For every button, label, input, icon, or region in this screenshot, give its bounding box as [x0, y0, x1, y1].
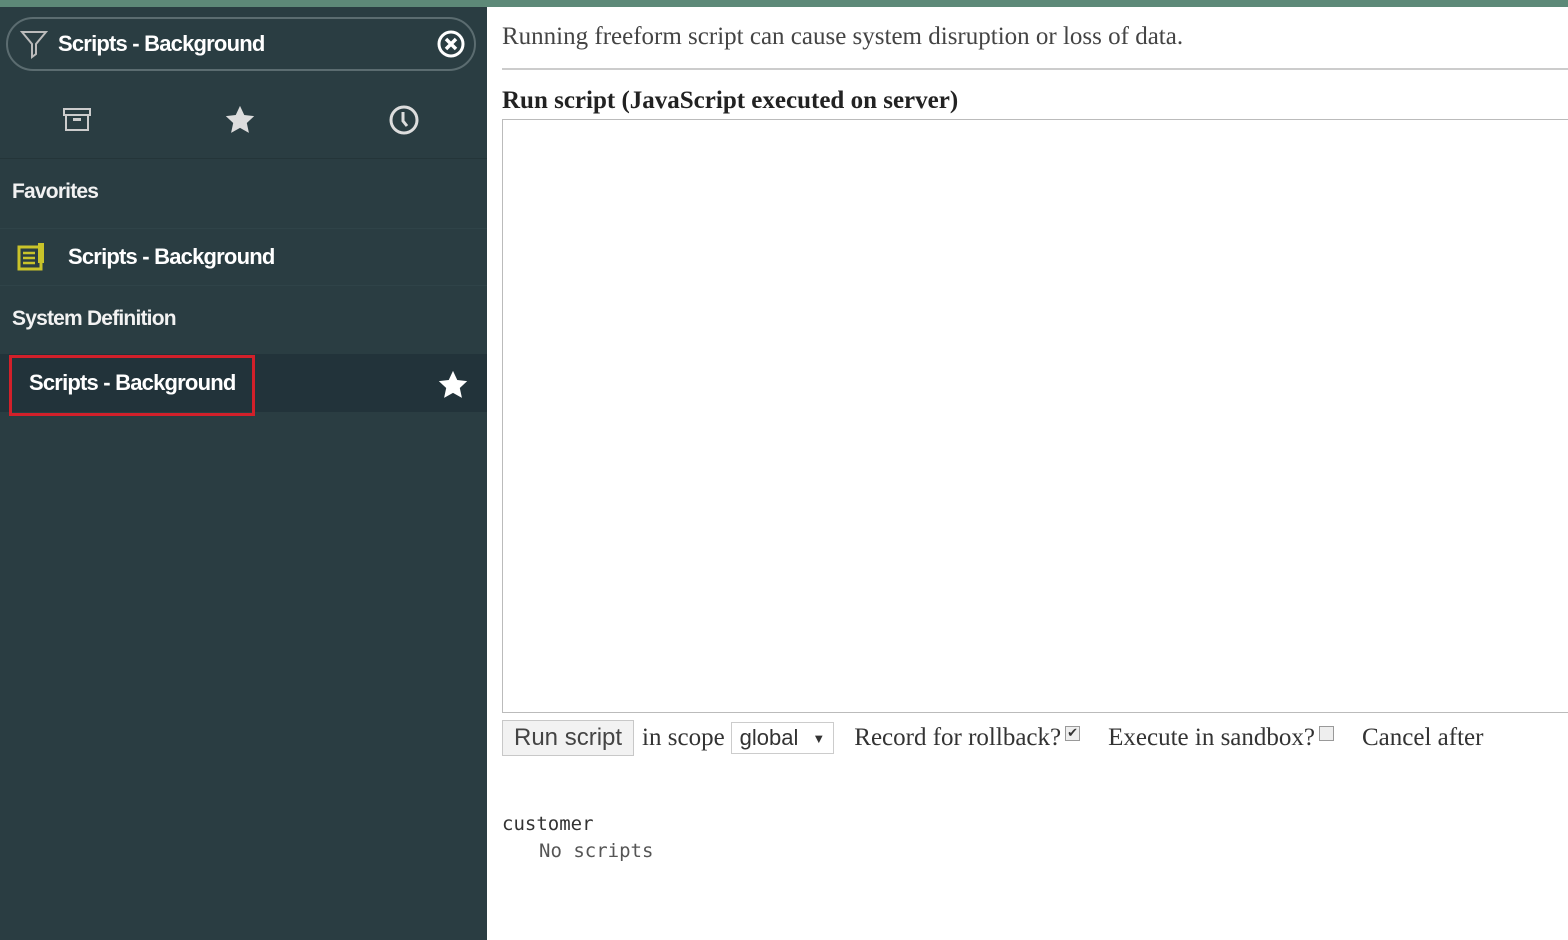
output-scope: customer [502, 813, 594, 835]
clear-filter-icon[interactable] [436, 29, 466, 59]
archive-icon[interactable] [60, 103, 94, 137]
main-content: Running freeform script can cause system… [502, 7, 1568, 940]
scope-label: in scope [642, 724, 725, 751]
star-icon[interactable] [223, 103, 257, 137]
rollback-label: Record for rollback? [854, 724, 1062, 751]
output-text: No scripts [539, 840, 654, 862]
navigator-sidebar: Favorites Scripts - Background System De… [0, 7, 487, 940]
clock-icon[interactable] [387, 103, 421, 137]
top-accent-bar [0, 0, 1568, 7]
scope-value: global [739, 725, 799, 750]
rollback-checkbox[interactable]: ✔ [1065, 725, 1081, 741]
highlight-box [9, 355, 255, 416]
filter-input[interactable] [58, 31, 428, 57]
favorite-item-scripts-background[interactable]: Scripts - Background [0, 228, 487, 286]
navigator-tabs [0, 79, 487, 159]
cancel-after-label: Cancel after [1362, 724, 1484, 751]
scope-select[interactable]: global ▼ [730, 722, 835, 754]
script-input[interactable] [502, 119, 1568, 713]
chevron-down-icon: ▼ [812, 730, 826, 746]
section-system-definition: System Definition [12, 307, 177, 330]
divider [502, 68, 1568, 70]
script-controls: Run script in scope global ▼ Record for r… [502, 720, 1483, 756]
favorite-star-icon[interactable] [436, 368, 470, 402]
sandbox-checkbox[interactable] [1319, 725, 1334, 741]
warning-text: Running freeform script can cause system… [502, 23, 1184, 50]
section-favorites: Favorites [12, 180, 99, 203]
item-label: Scripts - Background [68, 244, 275, 269]
sandbox-label: Execute in sandbox? [1108, 724, 1315, 751]
run-script-button[interactable]: Run script [502, 720, 635, 756]
script-document-icon [17, 243, 44, 271]
filter-icon [20, 31, 48, 59]
script-heading: Run script (JavaScript executed on serve… [502, 87, 959, 114]
filter-navigator[interactable] [6, 17, 476, 71]
